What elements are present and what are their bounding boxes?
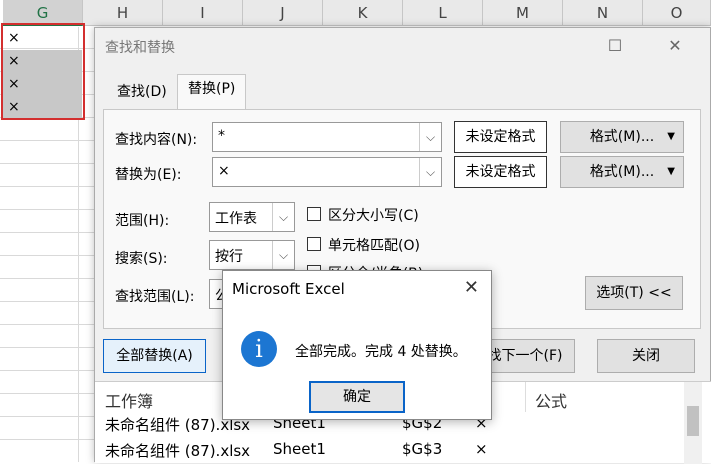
maximize-icon[interactable]: ☐ xyxy=(600,34,630,58)
find-format-status[interactable]: 未设定格式 xyxy=(454,121,547,153)
replace-label: 替换为(E): xyxy=(115,167,182,183)
column-divider xyxy=(525,382,526,412)
search-label: 搜索(S): xyxy=(115,251,168,267)
tab-replace[interactable]: 替换(P) xyxy=(177,74,247,110)
scope-label: 范围(H): xyxy=(115,213,170,229)
match-cell-label[interactable]: 单元格匹配(O) xyxy=(328,235,420,255)
chevron-down-icon[interactable]: ⌵ xyxy=(419,158,441,186)
column-header-n[interactable]: N xyxy=(563,0,643,26)
scope-select[interactable]: 工作表 ⌵ xyxy=(209,202,295,232)
caret-down-icon: ▼ xyxy=(667,166,675,177)
scrollbar-thumb[interactable] xyxy=(687,406,699,436)
message-box: Microsoft Excel ✕ i 全部完成。完成 4 处替换。 确定 xyxy=(222,270,492,420)
column-header-j[interactable]: J xyxy=(243,0,323,26)
find-label: 查找内容(N): xyxy=(115,132,198,148)
results-header-workbook[interactable]: 工作簿 xyxy=(105,388,153,412)
find-format-label: 格式(M)... xyxy=(589,129,655,145)
result-row-2-sheet[interactable]: Sheet1 xyxy=(273,440,326,458)
match-cell-checkbox[interactable] xyxy=(307,237,321,251)
match-case-checkbox[interactable] xyxy=(307,207,321,221)
selection-highlight xyxy=(1,23,85,120)
close-icon[interactable]: ✕ xyxy=(464,277,479,298)
find-input[interactable]: * ⌵ xyxy=(212,122,442,152)
lookin-label: 查找范围(L): xyxy=(115,289,195,305)
message-title: Microsoft Excel xyxy=(232,280,345,298)
result-row-2-cell[interactable]: $G$3 xyxy=(402,440,442,458)
ok-button[interactable]: 确定 xyxy=(309,381,405,413)
chevron-down-icon[interactable]: ⌵ xyxy=(272,241,294,269)
result-row-2-value[interactable]: × xyxy=(475,440,488,458)
close-button[interactable]: 关闭 xyxy=(597,339,695,373)
replace-format-label: 格式(M)... xyxy=(589,164,655,180)
info-icon: i xyxy=(241,331,277,367)
chevron-down-icon[interactable]: ⌵ xyxy=(419,123,441,151)
results-scrollbar[interactable] xyxy=(684,382,702,464)
column-header-h[interactable]: H xyxy=(83,0,163,26)
search-select[interactable]: 按行 ⌵ xyxy=(209,240,295,270)
replace-format-status[interactable]: 未设定格式 xyxy=(454,156,547,188)
scope-value: 工作表 xyxy=(215,211,257,227)
options-button[interactable]: 选项(T) << xyxy=(585,276,683,310)
dialog-title: 查找和替换 xyxy=(105,40,175,56)
column-header-o[interactable]: O xyxy=(643,0,711,26)
match-case-label[interactable]: 区分大小写(C) xyxy=(328,205,419,225)
column-header-l[interactable]: L xyxy=(403,0,483,26)
replace-format-button[interactable]: 格式(M)... ▼ xyxy=(560,156,684,188)
find-format-button[interactable]: 格式(M)... ▼ xyxy=(560,121,684,153)
column-header-i[interactable]: I xyxy=(163,0,243,26)
search-value: 按行 xyxy=(215,249,243,265)
replace-value: × xyxy=(218,163,230,179)
close-icon[interactable]: ✕ xyxy=(660,34,690,58)
replace-all-button[interactable]: 全部替换(A) xyxy=(103,339,206,373)
replace-input[interactable]: × ⌵ xyxy=(212,157,442,187)
find-value: * xyxy=(218,128,225,144)
column-header-m[interactable]: M xyxy=(483,0,563,26)
caret-down-icon: ▼ xyxy=(667,131,675,142)
column-header-k[interactable]: K xyxy=(323,0,403,26)
tab-find[interactable]: 查找(D) xyxy=(107,78,177,108)
result-row-2-book[interactable]: 未命名组件 (87).xlsx xyxy=(105,440,250,461)
message-text: 全部完成。完成 4 处替换。 xyxy=(295,344,467,360)
results-header-formula[interactable]: 公式 xyxy=(535,388,567,412)
chevron-down-icon[interactable]: ⌵ xyxy=(272,203,294,231)
